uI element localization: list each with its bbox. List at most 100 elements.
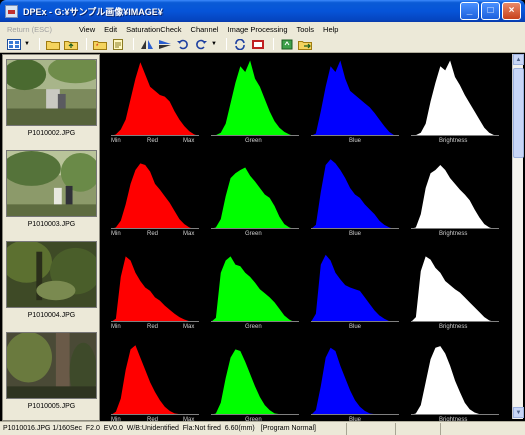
menu-saturation-check[interactable]: SaturationCheck xyxy=(126,25,181,34)
scroll-thumb[interactable] xyxy=(513,68,524,158)
export-icon[interactable] xyxy=(297,37,313,51)
histogram-channel-label: Brightness xyxy=(439,231,468,237)
histogram-green-plot xyxy=(211,256,299,322)
thumbnail-image[interactable] xyxy=(3,150,99,217)
thumbnail-item[interactable]: P1010003.JPG xyxy=(3,150,99,228)
histogram-blue: Blue xyxy=(305,147,405,240)
menu-edit[interactable]: Edit xyxy=(104,25,117,34)
histogram-area: Min Red Max Green Blue Brightness Min Red Max Gre… xyxy=(101,54,512,423)
thumbnail-filename: P1010004.JPG xyxy=(27,312,76,319)
folder-up-icon[interactable] xyxy=(63,37,79,51)
scroll-up-button[interactable]: ▲ xyxy=(513,54,524,65)
histogram-channel-label: Green xyxy=(245,324,262,330)
histogram-red: Min Red Max xyxy=(105,147,205,240)
histogram-blue-area xyxy=(311,347,399,415)
thumbnail-filename: P1010005.JPG xyxy=(27,403,76,410)
minimize-button[interactable]: _ xyxy=(460,2,479,20)
histogram-green-plot xyxy=(211,349,299,415)
histogram-channel-label: Blue xyxy=(349,324,362,330)
film-icon[interactable] xyxy=(250,37,266,51)
menu-channel[interactable]: Channel xyxy=(191,25,219,34)
histogram-red-area xyxy=(111,345,199,415)
histogram-blue-plot xyxy=(311,159,399,229)
status-separator xyxy=(395,423,396,435)
histogram-red-plot xyxy=(111,345,199,415)
maximize-button[interactable]: □ xyxy=(481,2,500,20)
thumbnail-item[interactable]: P1010005.JPG xyxy=(5,332,97,410)
menu-help[interactable]: Help xyxy=(323,25,338,34)
thumbnail-item[interactable]: P1010002.JPG xyxy=(3,56,99,137)
view-mode-dropdown-icon[interactable]: ▼ xyxy=(24,41,30,47)
toolbar-separator xyxy=(38,38,40,50)
menu-return[interactable]: Return (ESC) xyxy=(7,25,52,34)
histogram-channel-label: Red xyxy=(147,324,159,330)
app-icon xyxy=(5,4,18,18)
recycle-icon[interactable] xyxy=(279,37,295,51)
histogram-channel-label: Brightness xyxy=(439,324,468,330)
window-title: DPEx - G:¥サンプル画像¥IMAGE¥ xyxy=(23,6,163,17)
histogram-red: Min Red Max xyxy=(105,240,205,333)
scroll-down-button[interactable]: ▼ xyxy=(513,407,524,418)
status-separator xyxy=(440,423,441,435)
flip-horizontal-icon[interactable] xyxy=(139,37,155,51)
thumbnail-filename: P1010002.JPG xyxy=(27,130,76,137)
histogram-green-area xyxy=(211,60,299,136)
view-mode-icon[interactable] xyxy=(6,37,22,51)
rotate-left-icon[interactable] xyxy=(175,37,191,51)
toolbar-separator xyxy=(85,38,87,50)
histogram-red-plot xyxy=(111,62,199,136)
histogram-green-plot xyxy=(211,167,299,229)
thumbnail-image[interactable] xyxy=(5,332,97,401)
histogram-green-area xyxy=(211,256,299,322)
histogram-red: Min Red Max xyxy=(105,333,205,426)
status-exif-details: 1/160Sec F2.0 EV0.0 W/B:Unidentified Fla… xyxy=(50,425,255,432)
histogram-green-area xyxy=(211,349,299,415)
menu-tools[interactable]: Tools xyxy=(297,25,315,34)
histogram-channel-label: Red xyxy=(147,231,159,237)
histogram-brightness: Brightness xyxy=(405,240,505,333)
histogram-green: Green xyxy=(205,54,305,147)
histogram-red-area xyxy=(111,256,199,322)
thumbnail-item[interactable]: P1010004.JPG xyxy=(3,240,99,319)
open-file-icon[interactable] xyxy=(110,37,126,51)
histogram-blue-plot xyxy=(311,254,399,322)
histogram-blue-plot xyxy=(311,60,399,136)
histogram-red-plot xyxy=(111,163,199,229)
rotate-dropdown-icon[interactable]: ▼ xyxy=(211,41,217,47)
refresh-icon[interactable] xyxy=(232,37,248,51)
histogram-brightness-plot xyxy=(411,256,499,322)
histogram-channel-label: Brightness xyxy=(439,138,468,144)
histogram-max-label: Max xyxy=(183,324,195,330)
histogram-min-label: Min xyxy=(111,324,121,330)
histogram-baseline xyxy=(111,135,199,136)
menu-image-processing[interactable]: Image Processing xyxy=(227,25,287,34)
histogram-blue-area xyxy=(311,254,399,322)
rotate-right-icon[interactable] xyxy=(193,37,209,51)
flip-vertical-icon[interactable] xyxy=(157,37,173,51)
histogram-brightness-plot xyxy=(411,60,499,136)
menu-view[interactable]: View xyxy=(79,25,95,34)
close-button[interactable]: × xyxy=(502,2,521,20)
menu-bar: Return (ESC) View Edit SaturationCheck C… xyxy=(0,22,525,36)
toolbar-separator xyxy=(225,38,227,50)
histogram-row: Min Red Max Green Blue Brightness xyxy=(101,333,512,426)
histogram-brightness: Brightness xyxy=(405,147,505,240)
new-folder-icon[interactable]: * xyxy=(92,37,108,51)
histogram-blue: Blue xyxy=(305,240,405,333)
histogram-baseline xyxy=(211,321,299,322)
histogram-channel-label: Green xyxy=(245,231,262,237)
histogram-brightness-area xyxy=(411,60,499,136)
histogram-max-label: Max xyxy=(183,138,195,144)
histogram-channel-label: Blue xyxy=(349,138,362,144)
histogram-green: Green xyxy=(205,333,305,426)
open-folder-icon[interactable] xyxy=(45,37,61,51)
histogram-red-plot xyxy=(111,256,199,322)
histogram-baseline xyxy=(311,321,399,322)
histogram-baseline xyxy=(211,228,299,229)
histogram-blue-area xyxy=(311,159,399,229)
vertical-scrollbar[interactable]: ▲ ▼ xyxy=(512,54,524,419)
histogram-brightness-plot xyxy=(411,346,499,415)
thumbnail-image[interactable] xyxy=(3,240,99,308)
histogram-baseline xyxy=(411,228,499,229)
thumbnail-image[interactable] xyxy=(3,56,99,126)
